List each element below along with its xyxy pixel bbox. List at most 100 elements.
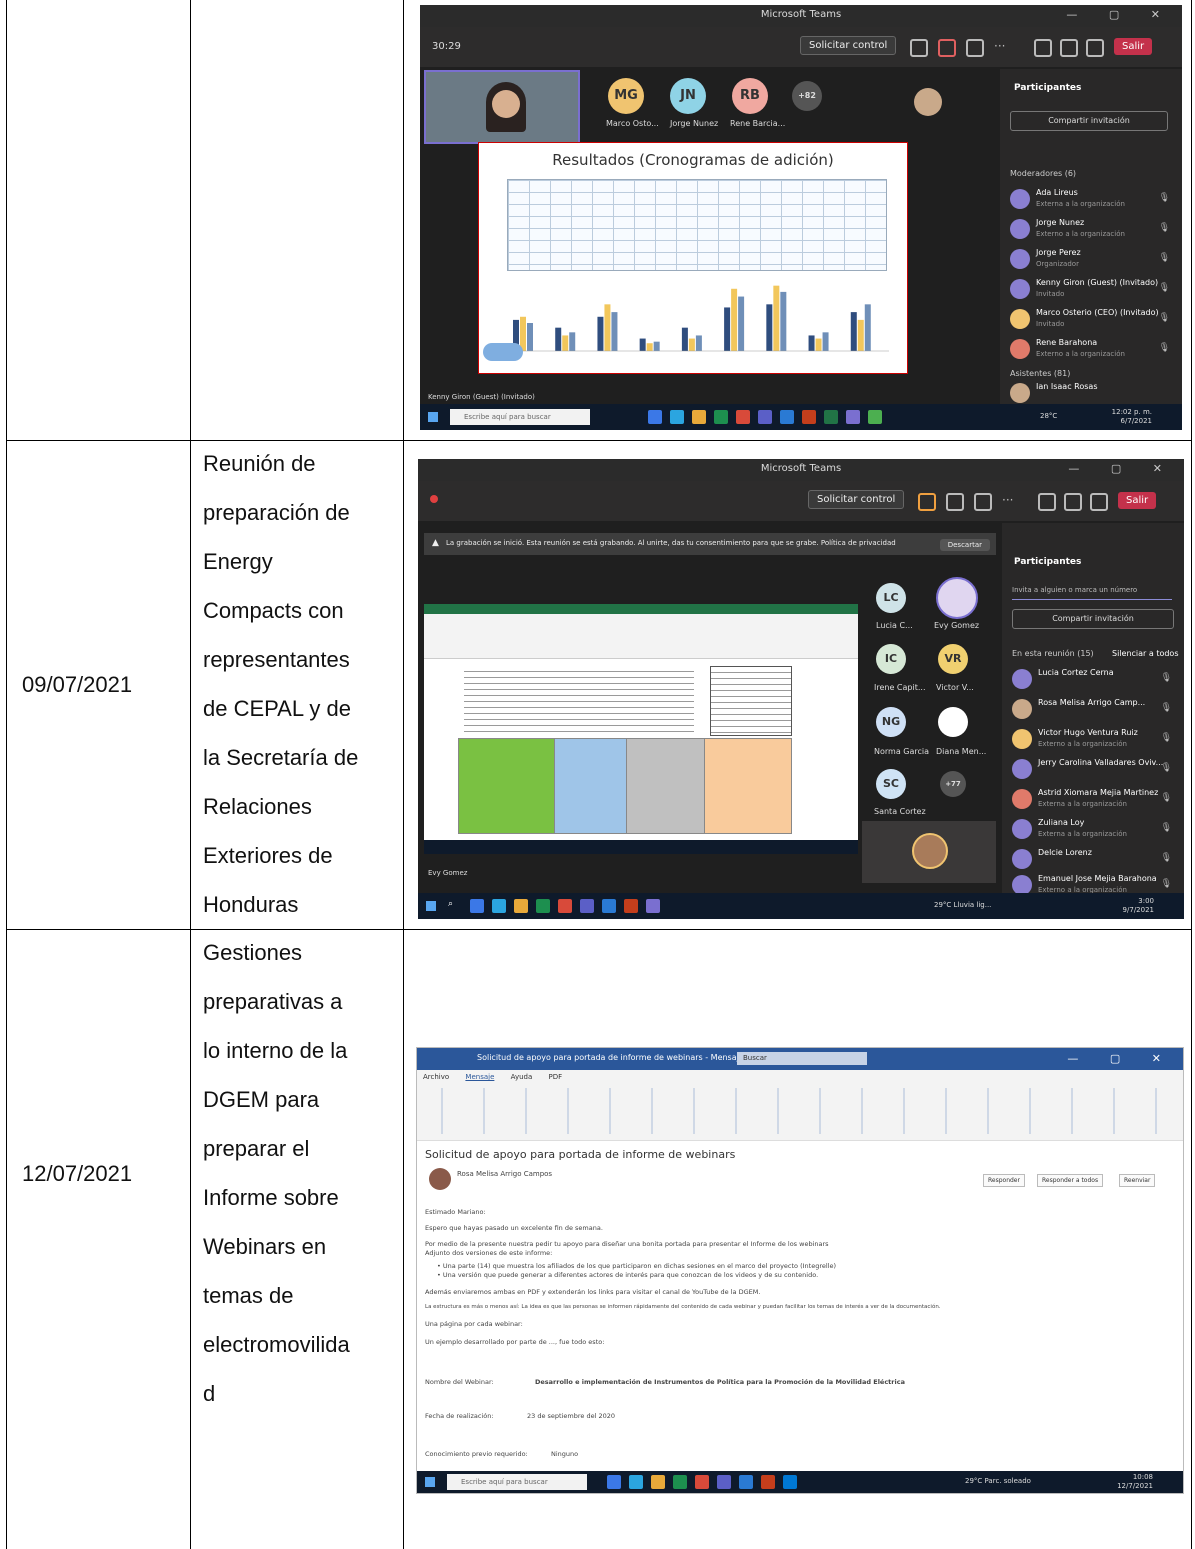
app-icon[interactable] [717,1475,731,1489]
ribbon-tab[interactable]: PDF [549,1073,563,1081]
camera-icon[interactable] [1038,493,1056,511]
participants-icon[interactable] [910,39,928,57]
participant-row[interactable]: Victor Hugo Ventura Ruiz Externo a la or… [1008,725,1176,755]
camera-icon[interactable] [1034,39,1052,57]
reply-all-button[interactable]: Responder a todos [1037,1174,1104,1187]
mic-icon[interactable] [1060,39,1078,57]
weather-widget[interactable]: 29°C Lluvia lig... [934,901,991,909]
ribbon-tab[interactable]: Ayuda [511,1073,533,1081]
request-control-button[interactable]: Solicitar control [800,36,897,55]
share-icon[interactable] [1090,493,1108,511]
app-icon[interactable] [692,410,706,424]
app-icon[interactable] [651,1475,665,1489]
app-icon[interactable] [514,899,528,913]
share-icon[interactable] [1086,39,1104,57]
reactions-icon[interactable] [966,39,984,57]
app-icon[interactable] [802,410,816,424]
weather-widget[interactable]: 29°C Parc. soleado [965,1477,1031,1485]
request-control-button[interactable]: Solicitar control [808,490,905,509]
participant-row[interactable]: Ada Lireus Externa a la organización 🎙 [1006,185,1174,215]
teams-screenshot-2: Microsoft Teams — ▢ ✕ Solicitar control … [418,459,1184,919]
more-actions-icon[interactable]: ··· [1002,493,1016,507]
app-icon[interactable] [868,410,882,424]
search-icon[interactable]: ⌕ [448,899,462,913]
more-actions-icon[interactable]: ··· [994,39,1008,53]
ribbon-commands[interactable] [423,1088,1177,1134]
desc-line: preparación de [203,500,350,525]
chat-icon[interactable] [946,493,964,511]
desc-line: Reunión de [203,451,316,476]
leave-button[interactable]: Salir [1114,38,1153,55]
taskbar-clock[interactable]: 3:00 9/7/2021 [1123,897,1154,915]
app-icon[interactable] [624,899,638,913]
weather-widget[interactable]: 28°C [1040,412,1057,420]
app-icon[interactable] [846,410,860,424]
taskbar-clock[interactable]: 10:08 12/7/2021 [1117,1473,1153,1491]
app-icon[interactable] [470,899,484,913]
window-controls[interactable]: — ▢ ✕ [1067,1052,1175,1065]
window-controls[interactable]: — ▢ ✕ [1068,462,1176,475]
overflow-count[interactable]: +77 [940,771,966,797]
app-icon[interactable] [714,410,728,424]
section-header[interactable]: En esta reunión (15) [1012,649,1094,658]
section-header[interactable]: Asistentes (81) [1010,369,1070,378]
leave-button[interactable]: Salir [1118,492,1157,509]
taskbar-search[interactable]: Escribe aquí para buscar [450,409,590,425]
mute-all-button[interactable]: Silenciar a todos [1112,649,1179,658]
participant-row[interactable]: Astrid Xiomara Mejia Martinez Externa a … [1008,785,1176,815]
participants-icon[interactable] [918,493,936,511]
overflow-count[interactable]: +82 [792,81,822,111]
windows-start-icon[interactable] [426,901,436,911]
app-icon[interactable] [607,1475,621,1489]
participant-row[interactable]: Rene Barahona Externo a la organización … [1006,335,1174,365]
search-box[interactable]: Buscar [737,1052,867,1065]
app-icon[interactable] [695,1475,709,1489]
app-icon[interactable] [670,410,684,424]
windows-start-icon[interactable] [425,1477,435,1487]
participant-row[interactable]: Rosa Melisa Arrigo Camp... 🎙 [1008,695,1176,725]
participant-row[interactable]: Jorge Nunez Externo a la organización 🎙 [1006,215,1174,245]
ribbon-tab[interactable]: Mensaje [465,1073,494,1081]
participant-row[interactable]: Kenny Giron (Guest) (Invitado) Invitado … [1006,275,1174,305]
windows-start-icon[interactable] [428,412,438,422]
window-controls[interactable]: — ▢ ✕ [1066,8,1174,21]
reactions-icon[interactable] [974,493,992,511]
share-invite-button[interactable]: Compartir invitación [1012,609,1174,629]
app-icon[interactable] [761,1475,775,1489]
invite-search-input[interactable]: Invita a alguien o marca un número [1012,581,1172,600]
sender-name: Rosa Melisa Arrigo Campos [457,1170,553,1178]
participant-row[interactable]: Jerry Carolina Valladares Oviv... 🎙 [1008,755,1176,785]
message-subject: Solicitud de apoyo para portada de infor… [425,1148,736,1161]
section-header[interactable]: Moderadores (6) [1010,169,1076,178]
app-icon[interactable] [558,899,572,913]
share-invite-button[interactable]: Compartir invitación [1010,111,1168,131]
participant-avatar [1010,279,1030,299]
participant-row[interactable]: Jorge Perez Organizador 🎙 [1006,245,1174,275]
reply-button[interactable]: Responder [983,1174,1025,1187]
app-icon[interactable] [629,1475,643,1489]
app-icon[interactable] [783,1475,797,1489]
app-icon[interactable] [824,410,838,424]
taskbar-search[interactable]: Escribe aquí para buscar [447,1474,587,1490]
participant-row[interactable]: Zuliana Loy Externa a la organización 🎙 [1008,815,1176,845]
app-icon[interactable] [492,899,506,913]
participant-row[interactable]: Marco Osterio (CEO) (Invitado) Invitado … [1006,305,1174,335]
app-icon[interactable] [739,1475,753,1489]
mic-icon: 🎙 [1160,733,1172,743]
app-icon[interactable] [736,410,750,424]
ribbon-tab[interactable]: Archivo [423,1073,449,1081]
chat-icon[interactable] [938,39,956,57]
app-icon[interactable] [580,899,594,913]
app-icon[interactable] [758,410,772,424]
app-icon[interactable] [646,899,660,913]
app-icon[interactable] [648,410,662,424]
forward-button[interactable]: Reenviar [1119,1174,1156,1187]
app-icon[interactable] [602,899,616,913]
app-icon[interactable] [673,1475,687,1489]
app-icon[interactable] [536,899,550,913]
dismiss-button[interactable]: Descartar [939,539,990,551]
participant-row[interactable]: Lucia Cortez Cerna 🎙 [1008,665,1176,695]
taskbar-clock[interactable]: 12:02 p. m. 6/7/2021 [1112,408,1152,426]
mic-icon[interactable] [1064,493,1082,511]
app-icon[interactable] [780,410,794,424]
